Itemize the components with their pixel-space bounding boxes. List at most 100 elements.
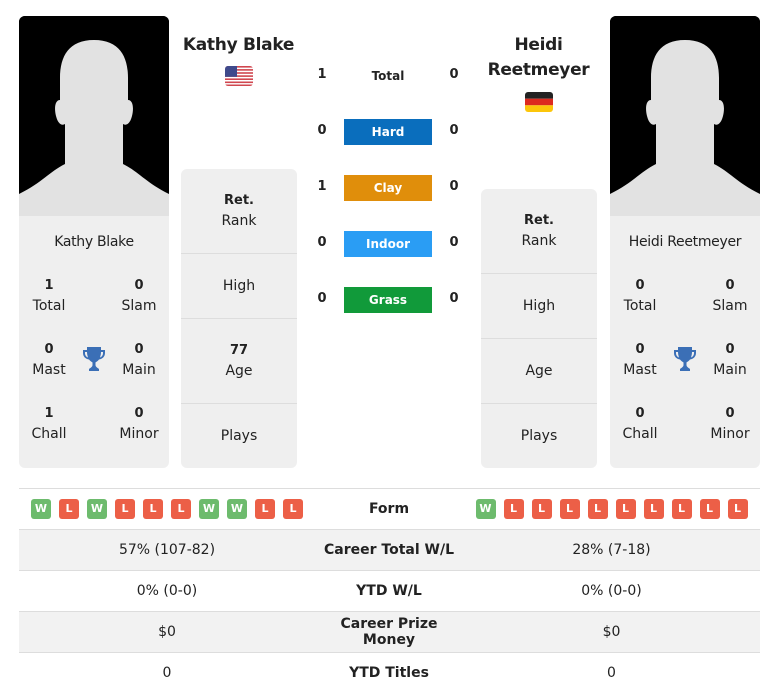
player2-titles-main: 0 Main [713, 342, 747, 378]
player2-form-badge-loss[interactable]: L [559, 499, 580, 519]
h2h-row-indoor: 0 Indoor 0 [310, 231, 470, 257]
career-wl-label: Career Total W/L [324, 542, 454, 558]
player1-titles-chall: 1 Chall [31, 406, 67, 442]
player1-form-badge-win[interactable]: W [31, 499, 51, 519]
h2h-p1-indoor: 0 [317, 235, 327, 250]
player1-form-badge-win[interactable]: W [199, 499, 219, 519]
player2-card: Heidi Reetmeyer 0 Total 0 Slam 0 Mast 0 Main… [610, 216, 760, 468]
player2-career-wl: 28% (7-18) [572, 542, 651, 558]
player1-form-badge-loss[interactable]: L [143, 499, 163, 519]
player2-rank: Ret. Rank [481, 189, 597, 274]
surface-clay-badge[interactable]: Clay [344, 175, 432, 201]
h2h-p1-grass: 0 [317, 291, 327, 306]
stats-table: WLWLLLWWLL Form WLLLLLLLLL 57% (107-82) … [19, 488, 760, 693]
prize-money-label: Career Prize Money [340, 616, 438, 648]
player1-rank: Ret. Rank [181, 169, 297, 254]
player1-titles-total: 1 Total [32, 278, 66, 314]
form-row: WLWLLLWWLL Form WLLLLLLLLL [19, 488, 760, 529]
player2-ytd-titles: 0 [607, 665, 616, 681]
player2-form-badge-loss[interactable]: L [615, 499, 636, 519]
h2h-p2-grass: 0 [449, 291, 459, 306]
player1-title[interactable]: Kathy Blake [178, 33, 299, 58]
player1-titles-main: 0 Main [122, 342, 156, 378]
h2h-p1-clay: 1 [317, 179, 327, 194]
silhouette-icon [610, 16, 760, 216]
h2h-row-grass: 0 Grass 0 [310, 287, 470, 313]
player2-ytd-wl: 0% (0-0) [581, 583, 642, 599]
player1-form-badge-loss[interactable]: L [255, 499, 275, 519]
trophy-icon [673, 346, 697, 372]
player2-card-name: Heidi Reetmeyer [628, 234, 742, 250]
surface-hard-badge[interactable]: Hard [344, 119, 432, 145]
h2h-row-total: 1 Total 0 [310, 63, 470, 87]
player2-titles: 0 Total 0 Slam 0 Mast 0 Main 0 Chall 0 Minor [610, 268, 760, 468]
ytd-wl-label: YTD W/L [356, 583, 422, 599]
player1-form-badge-loss[interactable]: L [59, 499, 79, 519]
player2-form-badge-loss[interactable]: L [531, 499, 552, 519]
player1-photo [19, 16, 169, 216]
trophy-icon [82, 346, 106, 372]
player2-info-panel: Ret. Rank High Age Plays [481, 189, 597, 468]
player1-form-badge-win[interactable]: W [227, 499, 247, 519]
player2-titles-mast: 0 Mast [623, 342, 657, 378]
player2-titles-slam: 0 Slam [712, 278, 748, 314]
form-label: Form [368, 501, 410, 517]
ytd-titles-label: YTD Titles [349, 665, 429, 681]
h2h-p2-clay: 0 [449, 179, 459, 194]
player2-form-badge-loss[interactable]: L [671, 499, 692, 519]
player1-ytd-wl: 0% (0-0) [136, 583, 198, 599]
h2h-p1-total: 1 [317, 67, 327, 82]
player1-titles-slam: 0 Slam [121, 278, 157, 314]
player2-photo [610, 16, 760, 216]
player1-form-badge-loss[interactable]: L [171, 499, 191, 519]
player1-ytd-titles: 0 [162, 665, 172, 681]
player1-prize-money: $0 [158, 624, 176, 640]
player1-career-wl: 57% (107-82) [118, 542, 216, 558]
player2-form-badge-loss[interactable]: L [699, 499, 720, 519]
silhouette-icon [19, 16, 169, 216]
player2-age: Age [481, 339, 597, 404]
player1-form-badge-loss[interactable]: L [283, 499, 303, 519]
stats-row-ytd-wl: 0% (0-0) YTD W/L 0% (0-0) [19, 570, 760, 611]
h2h-p2-total: 0 [449, 67, 459, 82]
player1-plays: Plays [220, 428, 258, 444]
h2h-p2-indoor: 0 [449, 235, 459, 250]
player2-form: WLLLLLLLLL [463, 499, 760, 519]
player1-form-badge-win[interactable]: W [87, 499, 107, 519]
surface-total: Total [371, 69, 405, 83]
player1-high: High [181, 254, 297, 319]
stats-row-ytd-titles: 0 YTD Titles 0 [19, 652, 760, 693]
player2-high: High [481, 274, 597, 339]
h2h-row-hard: 0 Hard 0 [310, 119, 470, 145]
player2-form-badge-loss[interactable]: L [587, 499, 608, 519]
player2-prize-money: $0 [602, 624, 621, 640]
usa-flag-icon [225, 66, 253, 86]
player2-title-line1: Heidi [514, 35, 563, 55]
stats-row-prize-money: $0 Career Prize Money $0 [19, 611, 760, 652]
player1-titles-minor: 0 Minor [119, 406, 159, 442]
h2h-p1-hard: 0 [317, 123, 327, 138]
player1-age: 77 Age [181, 319, 297, 404]
player2-titles-total: 0 Total [623, 278, 657, 314]
surface-indoor-badge[interactable]: Indoor [344, 231, 432, 257]
player2-form-badge-loss[interactable]: L [727, 499, 748, 519]
surface-grass-badge[interactable]: Grass [344, 287, 432, 313]
player2-plays: Plays [520, 428, 558, 444]
player2-titles-chall: 0 Chall [622, 406, 658, 442]
player1-form: WLWLLLWWLL [19, 499, 315, 519]
player1-card-name: Kathy Blake [54, 234, 134, 250]
player2-titles-minor: 0 Minor [710, 406, 750, 442]
player2-form-badge-win[interactable]: W [475, 499, 496, 519]
player1-titles: 1 Total 0 Slam 0 Mast 0 Main 1 Chall 0 Minor [19, 268, 169, 468]
player2-title[interactable]: Heidi Reetmeyer [478, 33, 599, 83]
player1-card: Kathy Blake 1 Total 0 Slam 0 Mast 0 Main 1 Ch… [19, 216, 169, 468]
stats-row-career-wl: 57% (107-82) Career Total W/L 28% (7-18) [19, 529, 760, 570]
h2h-row-clay: 1 Clay 0 [310, 175, 470, 201]
player1-titles-mast: 0 Mast [32, 342, 66, 378]
player1-form-badge-loss[interactable]: L [115, 499, 135, 519]
player2-form-badge-loss[interactable]: L [503, 499, 524, 519]
player1-info-panel: Ret. Rank High 77 Age Plays [181, 169, 297, 468]
player2-form-badge-loss[interactable]: L [643, 499, 664, 519]
germany-flag-icon [525, 92, 553, 112]
player2-title-line2: Reetmeyer [487, 60, 590, 80]
